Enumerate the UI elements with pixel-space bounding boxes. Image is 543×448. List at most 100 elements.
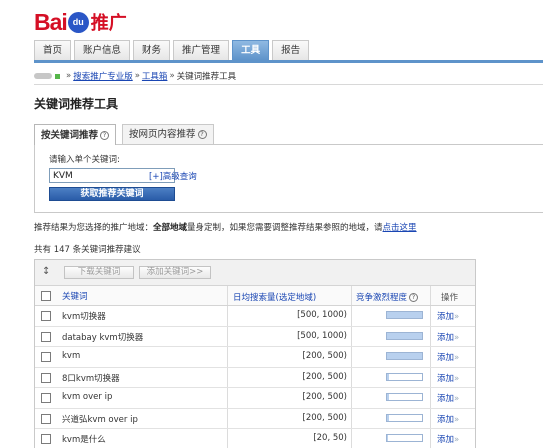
download-keywords-button[interactable]: 下载关键词: [64, 266, 134, 279]
add-keyword-link[interactable]: 添加»: [437, 413, 459, 425]
competition-bar: [386, 311, 423, 319]
competition-bar-fill: [387, 394, 390, 400]
add-link-label: 添加: [437, 373, 455, 384]
breadcrumb-search-promotion-link[interactable]: 搜索推广专业版: [73, 70, 133, 82]
table-row: 兴道弘kvm over ip [200, 500) 添加»: [35, 408, 475, 429]
table-body: kvm切换器 [500, 1000) 添加» databay kvm切换器 [500, …: [35, 306, 475, 448]
change-region-link[interactable]: 点击这里: [383, 223, 417, 233]
breadcrumb-separator: »: [66, 71, 72, 81]
column-divider: [351, 286, 352, 305]
tab-account-info[interactable]: 账户信息: [74, 40, 131, 60]
breadcrumb-separator: »: [134, 71, 140, 81]
result-count: 共有 147 条关键词推荐建议: [34, 245, 141, 255]
table-row: kvm [200, 500) 添加»: [35, 347, 475, 368]
add-link-label: 添加: [437, 394, 455, 404]
row-keyword: kvm切换器: [62, 312, 106, 322]
breadcrumb-divider: [34, 84, 543, 85]
add-link-arrow: »: [454, 353, 460, 363]
column-divider: [430, 408, 431, 428]
logo-text-left: Bai: [34, 8, 68, 35]
column-divider: [351, 388, 352, 408]
column-header-search-volume[interactable]: 日均搜索量(选定地域): [233, 291, 316, 303]
add-keyword-link[interactable]: 添加»: [437, 310, 459, 322]
row-search-volume: [500, 1000): [297, 310, 347, 320]
column-divider: [227, 347, 228, 367]
tab-promotion-management[interactable]: 推广管理: [173, 40, 230, 60]
tab-home[interactable]: 首页: [34, 40, 72, 60]
competition-bar: [386, 372, 423, 381]
competition-bar: [386, 434, 423, 442]
blurred-account-name: [34, 73, 52, 79]
baidu-promotion-logo: Bai du 推广: [34, 9, 127, 35]
column-divider: [430, 326, 431, 346]
table-row: kvm是什么 [20, 50) 添加»: [35, 429, 475, 448]
main-nav-tabs: 首页 账户信息 财务 推广管理 工具 报告: [34, 40, 312, 60]
column-divider: [227, 388, 228, 408]
competition-bar-fill: [387, 332, 422, 339]
row-checkbox[interactable]: [41, 413, 51, 424]
get-recommendations-button[interactable]: 获取推荐关键词: [49, 187, 175, 201]
column-divider: [430, 388, 431, 408]
add-link-arrow: »: [454, 312, 460, 322]
tab-finance[interactable]: 财务: [133, 40, 171, 60]
add-link-label: 添加: [437, 435, 455, 445]
row-checkbox[interactable]: [41, 372, 51, 383]
add-link-label: 添加: [437, 332, 455, 343]
row-search-volume: [200, 500): [302, 351, 347, 361]
tab-by-keyword-label: 按关键词推荐: [41, 129, 99, 141]
add-keywords-button[interactable]: 添加关键词>>: [139, 266, 211, 279]
row-checkbox[interactable]: [41, 393, 51, 403]
keyword-results-table: ↕ 下载关键词 添加关键词>> 关键词 日均搜索量(选定地域) 竞争激烈程度 ?…: [34, 259, 476, 448]
paw-icon: du: [67, 11, 89, 33]
add-keyword-link[interactable]: 添加»: [437, 351, 459, 363]
column-header-keyword[interactable]: 关键词: [62, 290, 88, 302]
sort-icon[interactable]: ↕: [42, 266, 50, 277]
add-keyword-link[interactable]: 添加»: [437, 331, 459, 343]
row-search-volume: [200, 500): [302, 371, 347, 382]
table-row: databay kvm切换器 [500, 1000) 添加»: [35, 326, 475, 347]
column-header-competition[interactable]: 竞争激烈程度 ?: [356, 291, 419, 303]
help-icon[interactable]: ?: [409, 292, 419, 302]
column-divider: [430, 286, 431, 305]
column-divider: [430, 429, 431, 448]
logo-text-right: 推广: [90, 13, 127, 34]
breadcrumb-current: 关键词推荐工具: [176, 72, 237, 82]
keyword-query-panel: 请输入单个关键词: [+]高级查询 获取推荐关键词: [34, 144, 543, 213]
region-info-middle: 量身定制，如果您需要调整推荐结果参照的地域，请: [187, 223, 383, 233]
recommend-mode-tabs: 按关键词推荐 ? 按网页内容推荐 ?: [34, 124, 220, 145]
column-divider: [227, 429, 228, 448]
add-link-arrow: »: [454, 435, 460, 445]
help-icon[interactable]: ?: [100, 130, 110, 140]
tab-by-keyword[interactable]: 按关键词推荐 ?: [34, 124, 117, 145]
add-keyword-link[interactable]: 添加»: [437, 392, 459, 404]
row-keyword: 兴道弘kvm over ip: [62, 414, 138, 425]
row-search-volume: [500, 1000): [297, 330, 347, 341]
table-row: kvm over ip [200, 500) 添加»: [35, 388, 475, 409]
column-divider: [351, 326, 352, 346]
tab-tools[interactable]: 工具: [232, 40, 270, 60]
add-link-arrow: »: [454, 394, 460, 404]
add-link-label: 添加: [437, 353, 455, 363]
column-divider: [227, 306, 228, 326]
row-keyword: kvm over ip: [62, 392, 113, 402]
row-checkbox[interactable]: [41, 311, 51, 321]
tab-reports[interactable]: 报告: [272, 40, 310, 60]
column-divider: [351, 367, 352, 387]
row-checkbox[interactable]: [41, 434, 51, 444]
select-all-checkbox[interactable]: [41, 291, 51, 301]
add-keyword-link[interactable]: 添加»: [437, 372, 459, 384]
advanced-query-link[interactable]: [+]高级查询: [149, 170, 197, 182]
help-icon[interactable]: ?: [197, 130, 207, 139]
add-keyword-link[interactable]: 添加»: [437, 433, 459, 445]
column-divider: [430, 367, 431, 387]
add-link-label: 添加: [437, 414, 455, 425]
row-keyword: 8口kvm切换器: [62, 373, 120, 384]
add-link-arrow: »: [454, 373, 460, 384]
column-divider: [351, 429, 352, 448]
row-checkbox[interactable]: [41, 331, 51, 342]
column-divider: [430, 347, 431, 367]
tab-by-webpage[interactable]: 按网页内容推荐 ?: [122, 124, 214, 144]
competition-bar: [386, 393, 423, 401]
row-checkbox[interactable]: [41, 352, 51, 362]
breadcrumb-toolbox-link[interactable]: 工具箱: [142, 70, 168, 82]
